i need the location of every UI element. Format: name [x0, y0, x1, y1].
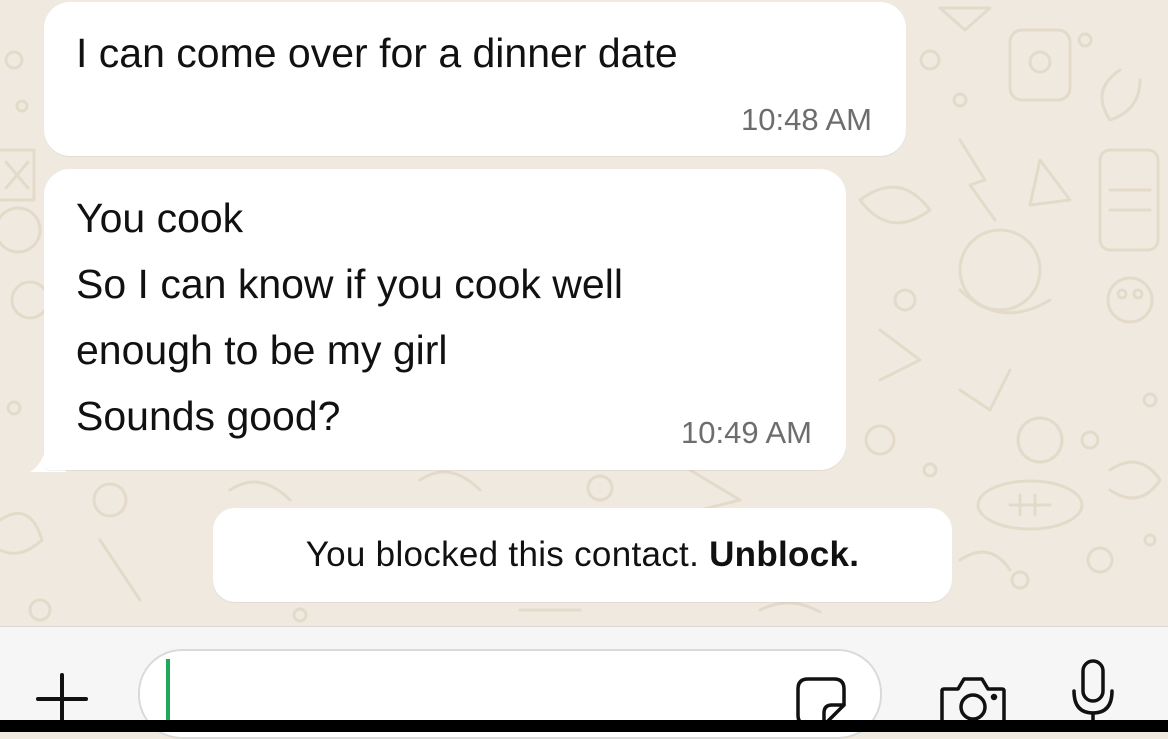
plus-icon[interactable]: [34, 671, 90, 727]
message-timestamp: 10:49 AM: [681, 415, 812, 450]
unblock-link[interactable]: Unblock.: [709, 535, 859, 575]
message-line: So I can know if you cook well: [76, 261, 623, 307]
message-line: I can come over for a dinner date: [76, 30, 678, 76]
text-caret: [166, 659, 170, 725]
message-text: You cook So I can know if you cook well …: [76, 185, 623, 449]
message-line: You cook: [76, 195, 244, 241]
message-input-bar: [0, 626, 1168, 739]
chat-area: I can come over for a dinner date 10:48 …: [0, 0, 1168, 626]
message-bubble-incoming[interactable]: You cook So I can know if you cook well …: [44, 169, 846, 470]
message-timestamp: 10:48 AM: [741, 102, 872, 137]
message-input[interactable]: [168, 657, 768, 727]
blocked-notice-text: You blocked this contact.: [305, 535, 700, 574]
message-bubble-incoming[interactable]: I can come over for a dinner date 10:48 …: [44, 2, 906, 156]
bottom-edge: [0, 720, 1168, 732]
blocked-contact-notice: You blocked this contact. Unblock.: [213, 508, 952, 602]
message-text: I can come over for a dinner date: [76, 20, 678, 86]
message-line: enough to be my girl: [76, 327, 448, 373]
message-line: Sounds good?: [76, 393, 341, 439]
